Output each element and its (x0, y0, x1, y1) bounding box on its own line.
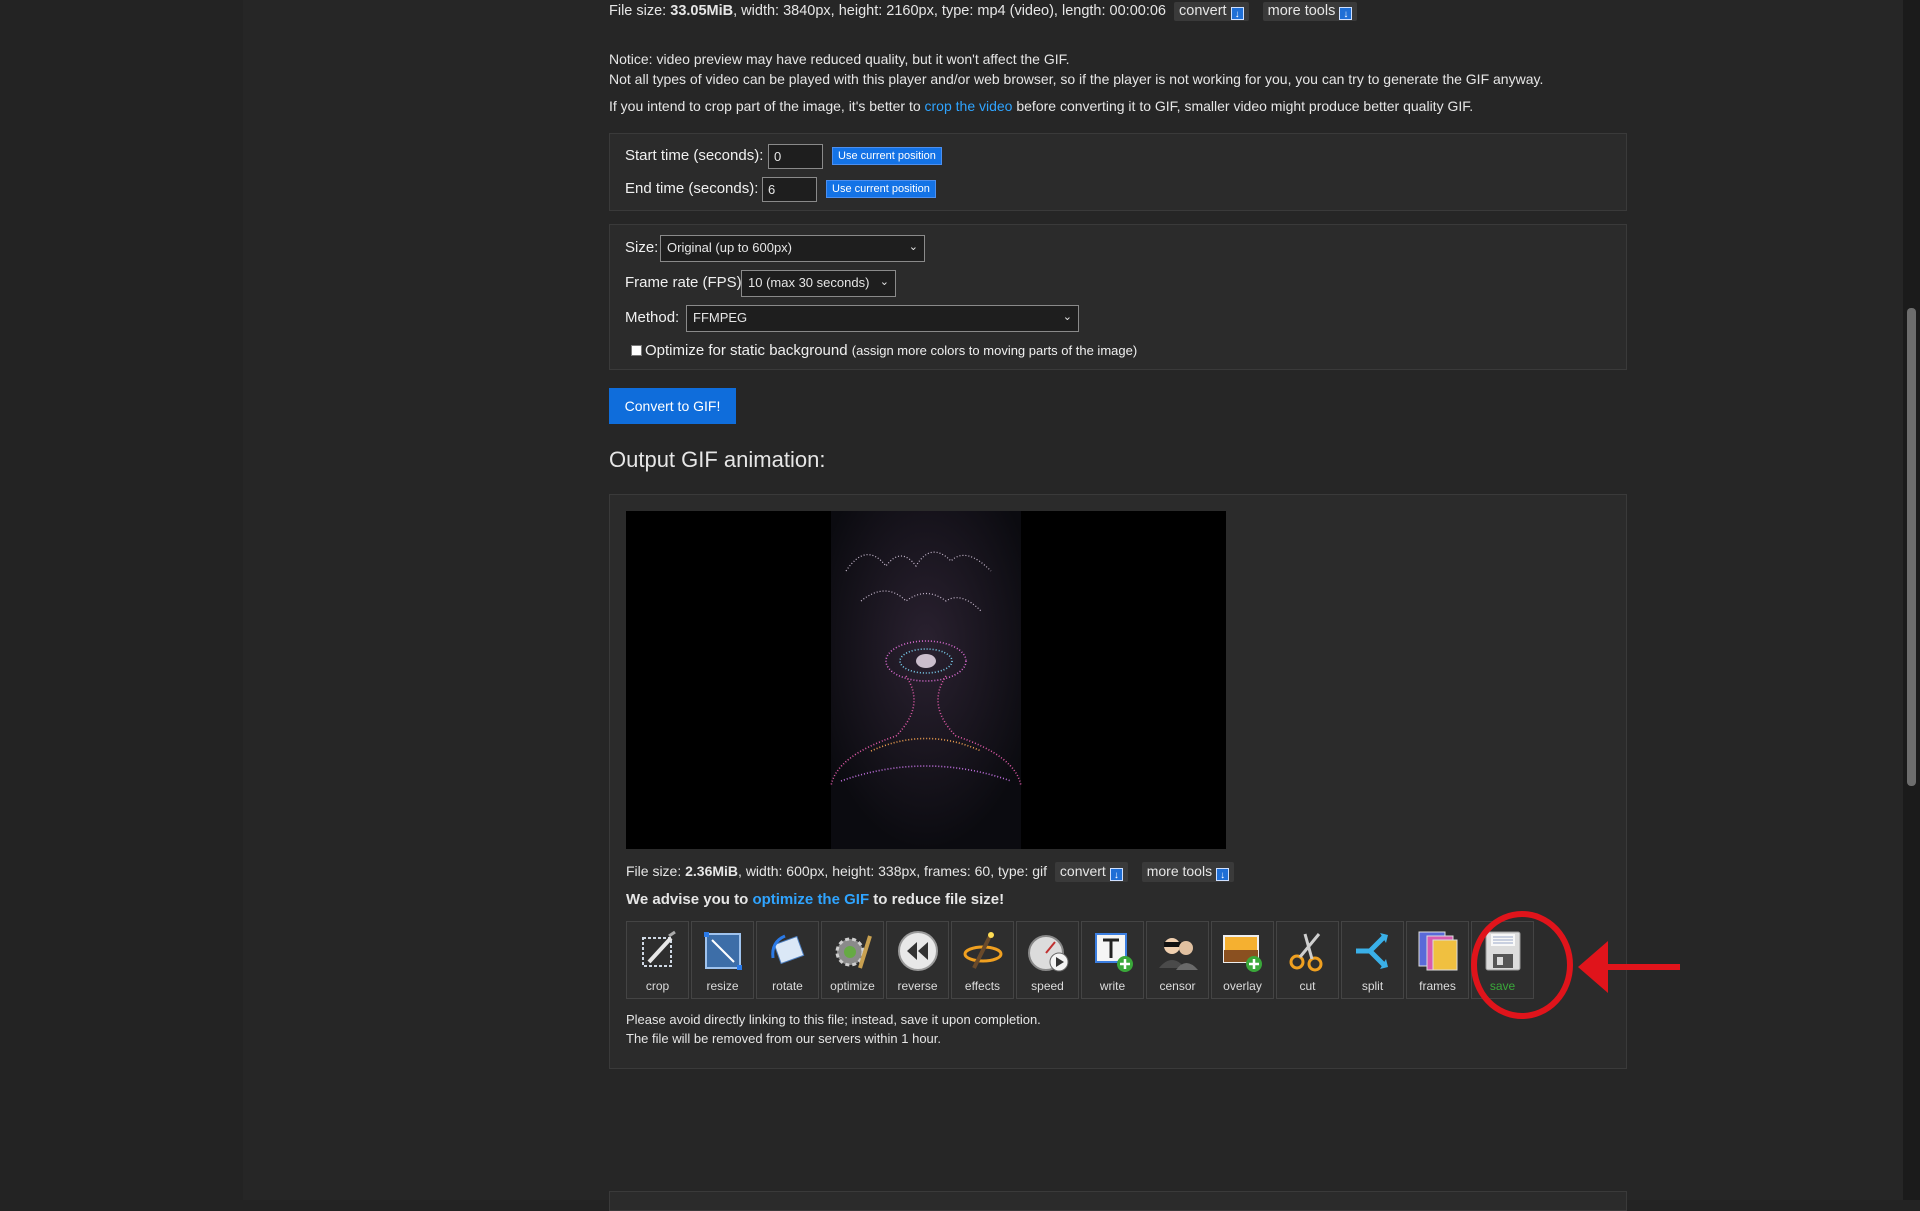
chevron-down-icon: ⌄ (908, 241, 918, 253)
chevron-down-icon: ↓ (1339, 7, 1353, 20)
reverse-icon (897, 931, 938, 971)
start-use-current-position-button[interactable]: Use current position (832, 147, 942, 165)
optimize-static-background-label: Optimize for static background (assign m… (645, 342, 1138, 359)
source-file-info: File size: 33.05MiB, width: 3840px, heig… (609, 2, 1358, 21)
chevron-down-icon: ↓ (1109, 868, 1123, 881)
resize-icon (703, 932, 742, 970)
chevron-down-icon: ⌄ (879, 276, 889, 288)
tool-speed-button[interactable]: speed (1016, 921, 1079, 999)
tool-overlay-button[interactable]: overlay (1211, 921, 1274, 999)
annotation-arrow-head (1578, 941, 1608, 993)
tool-write-button[interactable]: write (1081, 921, 1144, 999)
optimize-advice: We advise you to optimize the GIF to red… (626, 891, 1005, 908)
output-more-tools-menu-button[interactable]: more tools ↓ (1141, 862, 1235, 882)
optimize-icon (835, 935, 872, 969)
convert-menu-button[interactable]: convert ↓ (1174, 2, 1249, 21)
end-time-input[interactable] (762, 177, 817, 202)
tool-censor-button[interactable]: censor (1146, 921, 1209, 999)
tool-optimize-button[interactable]: optimize (821, 921, 884, 999)
crop-hint: If you intend to crop part of the image,… (609, 98, 1474, 114)
chevron-down-icon: ⌄ (1062, 311, 1072, 323)
overlay-icon (1222, 935, 1262, 972)
chevron-down-icon: ↓ (1216, 868, 1230, 881)
split-icon (1355, 933, 1388, 969)
optimize-static-background-checkbox[interactable] (631, 345, 642, 356)
tool-effects-button[interactable]: effects (951, 921, 1014, 999)
size-select[interactable]: Original (up to 600px) ⌄ (660, 235, 925, 262)
notice-line-2: Not all types of video can be played wit… (609, 71, 1544, 87)
frames-icon (1418, 931, 1457, 971)
avoid-linking-note: Please avoid directly linking to this fi… (626, 1012, 1041, 1027)
method-label: Method: (625, 309, 680, 326)
page-scrollbar[interactable] (1903, 0, 1920, 1200)
start-time-label: Start time (seconds): (625, 147, 764, 164)
start-time-input[interactable] (768, 144, 823, 169)
speed-icon (1027, 935, 1068, 972)
tool-split-button[interactable]: split (1341, 921, 1404, 999)
tool-crop-button[interactable]: crop (626, 921, 689, 999)
annotation-circle (1471, 911, 1573, 1019)
optimize-gif-link[interactable]: optimize the GIF (752, 891, 869, 908)
crop-video-link[interactable]: crop the video (925, 98, 1013, 114)
more-tools-menu-button[interactable]: more tools ↓ (1262, 2, 1358, 21)
crop-icon (641, 930, 676, 967)
notice-line-1: Notice: video preview may have reduced q… (609, 51, 1070, 67)
output-convert-menu-button[interactable]: convert ↓ (1054, 862, 1128, 882)
page-scrollbar-thumb[interactable] (1907, 308, 1916, 786)
size-label: Size: (625, 239, 659, 256)
tool-cut-button[interactable]: cut (1276, 921, 1339, 999)
effects-icon (963, 932, 1002, 969)
chevron-down-icon: ↓ (1230, 7, 1244, 20)
options-panel: Size: Original (up to 600px) ⌄ Frame rate… (609, 224, 1627, 370)
rotate-icon (770, 934, 804, 965)
next-panel (609, 1191, 1627, 1211)
write-icon (1094, 933, 1133, 972)
censor-icon (1158, 938, 1198, 970)
tool-resize-button[interactable]: resize (691, 921, 754, 999)
end-time-label: End time (seconds): (625, 180, 759, 197)
timing-panel: Start time (seconds): Use current positi… (609, 133, 1627, 211)
output-heading: Output GIF animation: (609, 447, 826, 472)
removal-note: The file will be removed from our server… (626, 1031, 942, 1046)
tool-rotate-button[interactable]: rotate (756, 921, 819, 999)
end-use-current-position-button[interactable]: Use current position (826, 180, 936, 198)
drone-show-image (626, 511, 1226, 849)
output-file-info: File size: 2.36MiB, width: 600px, height… (626, 862, 1235, 882)
convert-to-gif-button[interactable]: Convert to GIF! (609, 388, 736, 424)
cut-icon (1289, 933, 1322, 972)
annotation-highlight (1471, 911, 1680, 1019)
frame-rate-select[interactable]: 10 (max 30 seconds) ⌄ (741, 270, 896, 297)
gif-preview-image (626, 511, 1226, 849)
tool-reverse-button[interactable]: reverse (886, 921, 949, 999)
method-select[interactable]: FFMPEG ⌄ (686, 305, 1079, 332)
frame-rate-label: Frame rate (FPS): (625, 274, 746, 291)
